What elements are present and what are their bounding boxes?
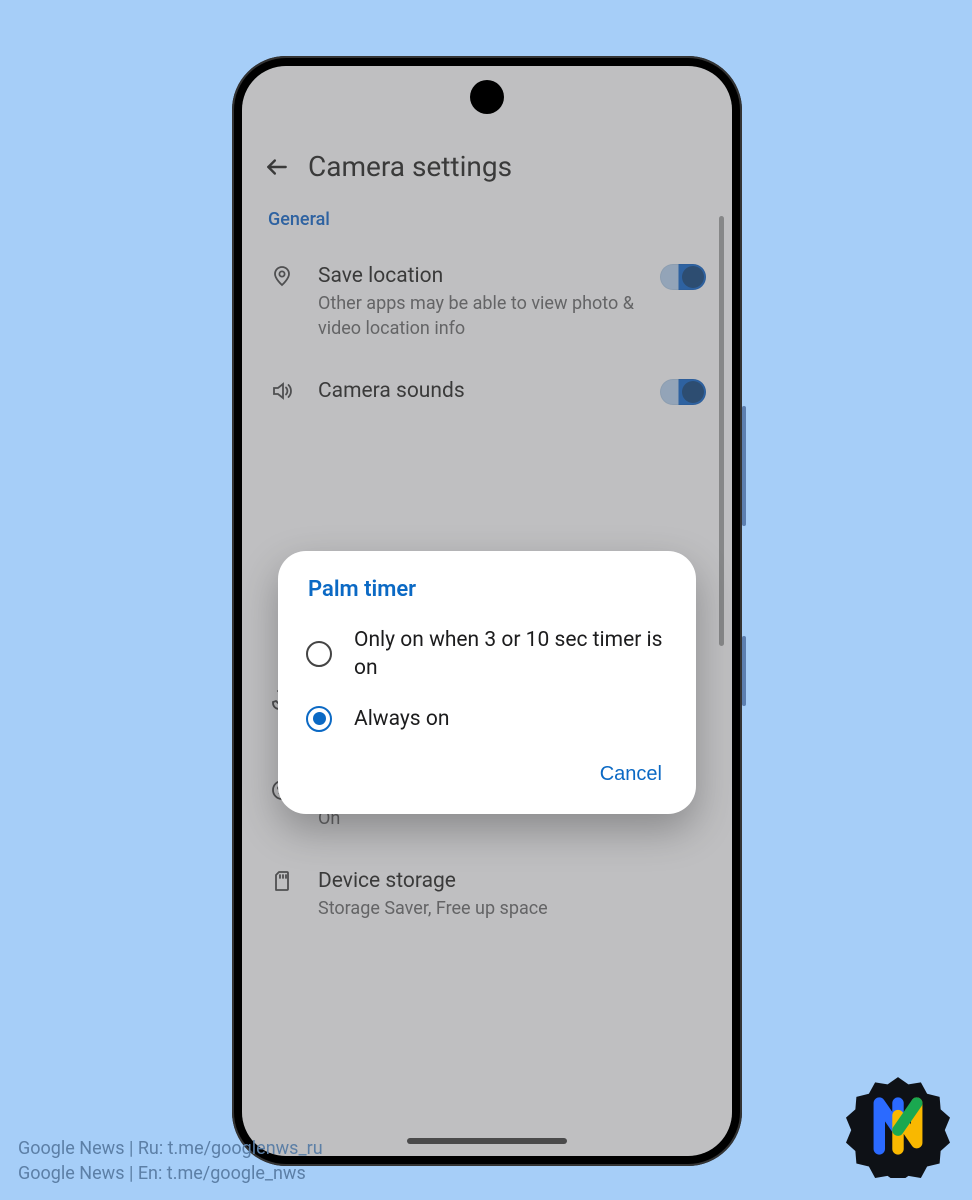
phone-power-button (742, 636, 746, 706)
row-subtitle: Storage Saver, Free up space (318, 897, 706, 921)
row-title: Camera sounds (318, 377, 638, 405)
phone-frame: Camera settings General Save location Ot… (232, 56, 742, 1166)
row-camera-sounds[interactable]: Camera sounds (242, 363, 732, 427)
phone-screen: Camera settings General Save location Ot… (242, 66, 732, 1156)
back-arrow-icon[interactable] (264, 154, 290, 180)
row-device-storage[interactable]: Device storage Storage Saver, Free up sp… (242, 853, 732, 944)
dialog-palm-timer: Palm timer Only on when 3 or 10 sec time… (278, 551, 696, 814)
cancel-button[interactable]: Cancel (590, 755, 672, 794)
gesture-nav-bar[interactable] (407, 1138, 567, 1144)
toggle-save-location[interactable] (660, 264, 706, 290)
sd-card-icon (268, 867, 296, 893)
footer-line-2: Google News | En: t.me/google_nws (18, 1162, 323, 1186)
footer-line-1: Google News | Ru: t.me/googlenws_ru (18, 1137, 323, 1161)
watermark-footer: Google News | Ru: t.me/googlenws_ru Goog… (18, 1137, 323, 1186)
sound-icon (268, 377, 296, 403)
radio-label: Always on (354, 705, 449, 733)
row-title: Save location (318, 262, 638, 290)
radio-option-timer[interactable]: Only on when 3 or 10 sec timer is on (278, 616, 696, 695)
radio-checked-icon (306, 706, 332, 732)
section-label-general: General (242, 201, 732, 248)
location-pin-icon (268, 262, 296, 288)
front-camera-cutout (470, 80, 504, 114)
radio-label: Only on when 3 or 10 sec timer is on (354, 626, 668, 683)
row-save-location[interactable]: Save location Other apps may be able to … (242, 248, 732, 363)
watermark-badge-icon (846, 1074, 950, 1178)
radio-option-always[interactable]: Always on (278, 695, 696, 745)
toggle-camera-sounds[interactable] (660, 379, 706, 405)
scrollbar[interactable] (719, 216, 724, 646)
row-title: Device storage (318, 867, 706, 895)
app-bar: Camera settings (242, 136, 732, 201)
dialog-title: Palm timer (278, 573, 696, 616)
phone-volume-button (742, 406, 746, 526)
page-title: Camera settings (308, 150, 512, 183)
row-subtitle: Other apps may be able to view photo & v… (318, 292, 638, 341)
radio-unchecked-icon (306, 641, 332, 667)
